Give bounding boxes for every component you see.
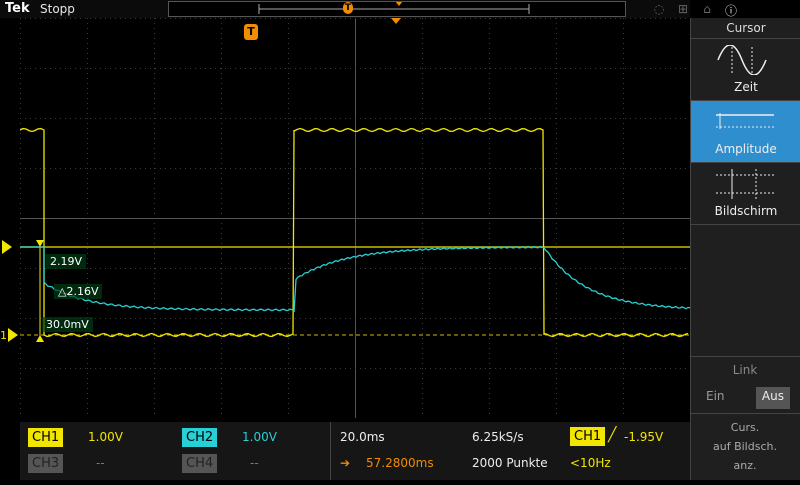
network-icon: ⊞ [677,2,689,16]
menu-item-amplitude[interactable]: Amplitude [691,101,800,163]
ch1-badge[interactable]: CH1 [28,428,64,447]
link-control: Link Ein Aus [690,356,800,413]
ch2-scale[interactable]: 1.00V [242,430,277,444]
menu-item-label: Bildschirm [714,204,778,218]
ch4-scale: -- [250,456,259,470]
amplitude-cursor-icon [716,113,774,129]
trigger-frequency: <10Hz [570,456,611,470]
link-off-option[interactable]: Aus [755,387,790,409]
bottom-status-bar: CH1 1.00V CH2 1.00V CH3 -- CH4 -- 20.0ms… [20,422,690,480]
menu-item-label: Zeit [734,80,758,94]
menu-item-label: Amplitude [715,142,777,156]
trigger-slope-rising-icon[interactable]: ╱ [608,427,616,443]
horizontal-position[interactable]: 57.2800ms [366,456,434,470]
record-view-graphic [258,2,530,14]
menu-item-bildschirm[interactable]: Bildschirm [691,163,800,225]
menu-item-zeit[interactable]: Zeit [691,39,800,101]
acquisition-status[interactable]: Stopp [40,2,75,16]
top-bar: Tek Stopp T ◌ ⊞ ⌂ ⓘ [0,0,737,18]
side-menu-title: Cursor [691,18,800,39]
trigger-position-marker[interactable] [391,18,401,24]
sample-rate: 6.25kS/s [472,430,524,444]
lock-icon: ⌂ [703,2,711,16]
cursor-menu-line: anz. [733,459,757,472]
divider [330,422,331,480]
cursor-menu-button[interactable]: Curs. auf Bildsch. anz. [690,413,800,485]
time-cursor-icon [717,45,767,75]
record-length[interactable]: 2000 Punkte [472,456,548,470]
help-icon[interactable]: ⓘ [724,2,738,19]
trigger-t-marker[interactable]: T [244,24,258,40]
cursor-upper-readout: 2.19V [46,254,87,269]
ch1-ground-marker[interactable] [8,328,18,342]
trigger-level[interactable]: -1.95V [624,430,663,444]
ch3-badge[interactable]: CH3 [28,454,64,473]
waveform-display[interactable]: T 2.19V △2.16V 30.0mV [19,18,691,419]
graticule-svg [19,18,691,419]
link-on-option[interactable]: Ein [700,387,731,409]
cursor-delta-readout: △2.16V [54,284,103,299]
left-markers: 1 [0,240,18,342]
screen-cursor-icon [716,169,774,199]
ch2-badge[interactable]: CH2 [182,428,218,447]
cursor-lower-readout: 30.0mV [42,317,93,332]
cursor-menu-line: auf Bildsch. [713,440,777,453]
ch3-scale: -- [96,456,105,470]
trigger-position-arrow-icon: ➔ [340,456,351,470]
wifi-icon: ◌ [653,2,665,16]
ch4-badge[interactable]: CH4 [182,454,218,473]
record-trigger-marker: T [343,2,353,14]
brand-logo: Tek [5,1,30,16]
cursor-level-marker[interactable] [2,240,12,254]
link-title: Link [732,363,758,377]
record-view-bar[interactable]: T [168,1,626,17]
timebase-scale[interactable]: 20.0ms [340,430,385,444]
trigger-source-badge[interactable]: CH1 [570,427,606,446]
cursor-menu-line: Curs. [730,421,760,434]
ch1-badge-wrap[interactable]: CH1 [28,428,64,447]
ch1-scale[interactable]: 1.00V [88,430,123,444]
ground-marker-label: 1 [0,329,7,342]
